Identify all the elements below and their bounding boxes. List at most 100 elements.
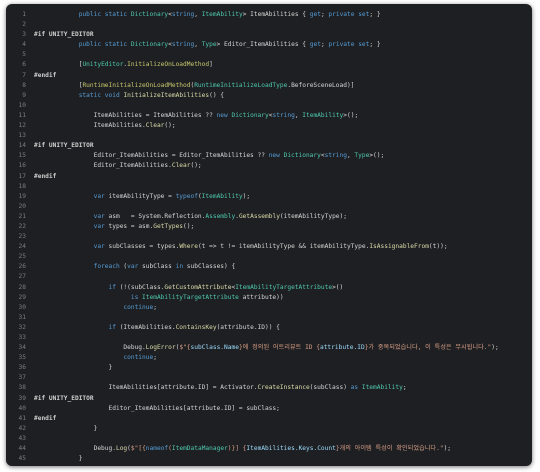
line-number: 11 [18,111,26,119]
line-number: 1 [22,11,26,18]
code-line[interactable]: 4 public static Dictionary<string, Type>… [6,40,532,50]
code-line[interactable]: 31 [6,313,532,323]
code-token: string [324,152,347,160]
code-line[interactable]: 37 [6,373,532,383]
code-text: foreach (var subClass in subClasses) { [34,262,236,272]
code-line[interactable]: 22 var types = asm.GetTypes(); [6,222,532,232]
code-line[interactable]: 24 var subClasses = types.Where(t => t !… [6,242,532,252]
code-token: var [93,222,105,230]
code-token: continue [123,354,154,362]
code-line[interactable]: 14 #if UNITY_EDITOR [6,141,532,151]
code-area[interactable]: 1 public static Dictionary<string, ItemA… [6,10,532,464]
code-token: var [93,192,105,200]
code-token: Editor_ItemAbilities = Editor_ItemAbilit… [34,152,269,160]
code-text: var subClasses = types.Where(t => t != i… [34,242,448,252]
code-text: ItemAbilities = ItemAbilities ?? new Dic… [34,111,359,121]
code-line[interactable]: 6 [UnityEditor.InitializeOnLoadMethod] [6,60,532,70]
code-line[interactable]: 33 [6,333,532,343]
code-text: #if UNITY_EDITOR [34,30,94,40]
code-line[interactable]: 42 } [6,424,532,434]
code-line[interactable]: 32 if (ItemAbilities.ContainsKey(attribu… [6,323,532,333]
code-token: ; [402,384,407,392]
code-line[interactable]: 28 if (!(subClass.GetCustomAttribute<Ite… [6,283,532,293]
code-line[interactable]: 27 [6,272,532,282]
code-line[interactable]: 12 ItemAbilities.Clear(); [6,121,532,131]
code-token: $"{ [179,344,191,352]
code-line[interactable]: 23 [6,232,532,242]
code-token: ItemAbility [361,384,403,392]
code-token: static [104,41,128,49]
line-number: 22 [18,222,26,230]
code-token: var [93,212,105,220]
code-text: public static Dictionary<string, Type> E… [34,40,381,50]
code-token: ItemAbilityTargetAttribute [235,283,333,291]
code-line[interactable]: 36 } [6,363,532,373]
code-token: )}] { [227,445,247,453]
code-token: GetCustomAttribute [164,283,232,291]
code-token: subClasses) { [183,263,236,271]
code-line[interactable]: 13 [6,131,532,141]
code-line[interactable]: 29 is ItemAbilityTargetAttribute attribu… [6,293,532,303]
code-line[interactable]: 20 [6,202,532,212]
code-token: #endif [34,71,57,79]
code-token: }가 중복되었습니다, 이 특성은 무시됩니다." [364,344,492,352]
code-token: (attribute.ID)) { [216,323,280,331]
line-number: 5 [22,51,26,59]
code-line[interactable]: 15 Editor_ItemAbilities = Editor_ItemAbi… [6,151,532,161]
code-line[interactable]: 21 var asm = System.Reflection.Assembly.… [6,212,532,222]
code-line[interactable]: 11 ItemAbilities = ItemAbilities ?? new … [6,111,532,121]
code-line[interactable]: 26 foreach (var subClass in subClasses) … [6,262,532,272]
code-line[interactable]: 5 [6,50,532,60]
code-token: (); [183,222,195,230]
code-line[interactable]: 19 var itemAbilityType = typeof(ItemAbil… [6,192,532,202]
code-line[interactable]: 25 [6,252,532,262]
code-line[interactable]: 10 [6,101,532,111]
code-token: foreach [93,263,120,271]
code-line[interactable]: 43 [6,434,532,444]
code-token: } [34,455,83,463]
code-line[interactable]: 44 Debug.Log($"[{nameof(ItemDataManager)… [6,444,532,454]
line-number: 34 [18,344,26,352]
code-text: Editor_ItemAbilities = Editor_ItemAbilit… [34,151,385,161]
code-line[interactable]: 45 } [6,454,532,464]
code-token: itemAbilityType = [104,192,176,200]
code-text: static void InitializeItemAbilities() { [34,91,224,101]
code-line[interactable]: 39 #if UNITY_EDITOR [6,394,532,404]
code-token: ContainsKey [175,323,217,331]
code-token: > Editor_ItemAbilities { [216,41,310,49]
code-token: (); [190,162,202,170]
code-line[interactable]: 2 [6,20,532,30]
code-token: #endif [34,172,57,180]
code-line[interactable]: 35 continue; [6,353,532,363]
code-line[interactable]: 40 Editor_ItemAbilities[attribute.ID] = … [6,404,532,414]
line-number: 4 [22,41,26,49]
line-number: 3 [22,31,26,39]
code-line[interactable]: 38 ItemAbilities[attribute.ID] = Activat… [6,383,532,393]
code-token: subClass [138,263,176,271]
line-number: 38 [18,384,26,392]
code-line[interactable]: 8 [RuntimeInitializeOnLoadMethod(Runtime… [6,81,532,91]
code-line[interactable]: 3 #if UNITY_EDITOR [6,30,532,40]
code-line[interactable]: 30 continue; [6,303,532,313]
code-token: [ [34,81,83,89]
code-line[interactable]: 18 [6,182,532,192]
code-token: ItemAbility [302,111,344,119]
line-number: 14 [18,142,26,150]
code-token: var [93,243,105,251]
code-token: , [194,41,202,49]
code-token: Log [115,445,128,453]
code-text: var asm = System.Reflection.Assembly.Get… [34,212,347,222]
code-line[interactable]: 7 #endif [6,71,532,81]
code-line[interactable]: 17 #endif [6,172,532,182]
code-line[interactable]: 34 Debug.LogError($"{subClass.Name}에 정의된… [6,343,532,353]
code-token: attribute.ID [319,344,365,352]
code-line[interactable]: 1 public static Dictionary<string, ItemA… [6,10,532,20]
code-line[interactable]: 9 static void InitializeItemAbilities() … [6,91,532,101]
code-text: var itemAbilityType = typeof(ItemAbility… [34,192,251,202]
code-line[interactable]: 16 Editor_ItemAbilities.Clear(); [6,161,532,171]
code-token: private [328,11,355,18]
code-line[interactable]: 41 #endif [6,414,532,424]
code-token: , [194,11,202,18]
